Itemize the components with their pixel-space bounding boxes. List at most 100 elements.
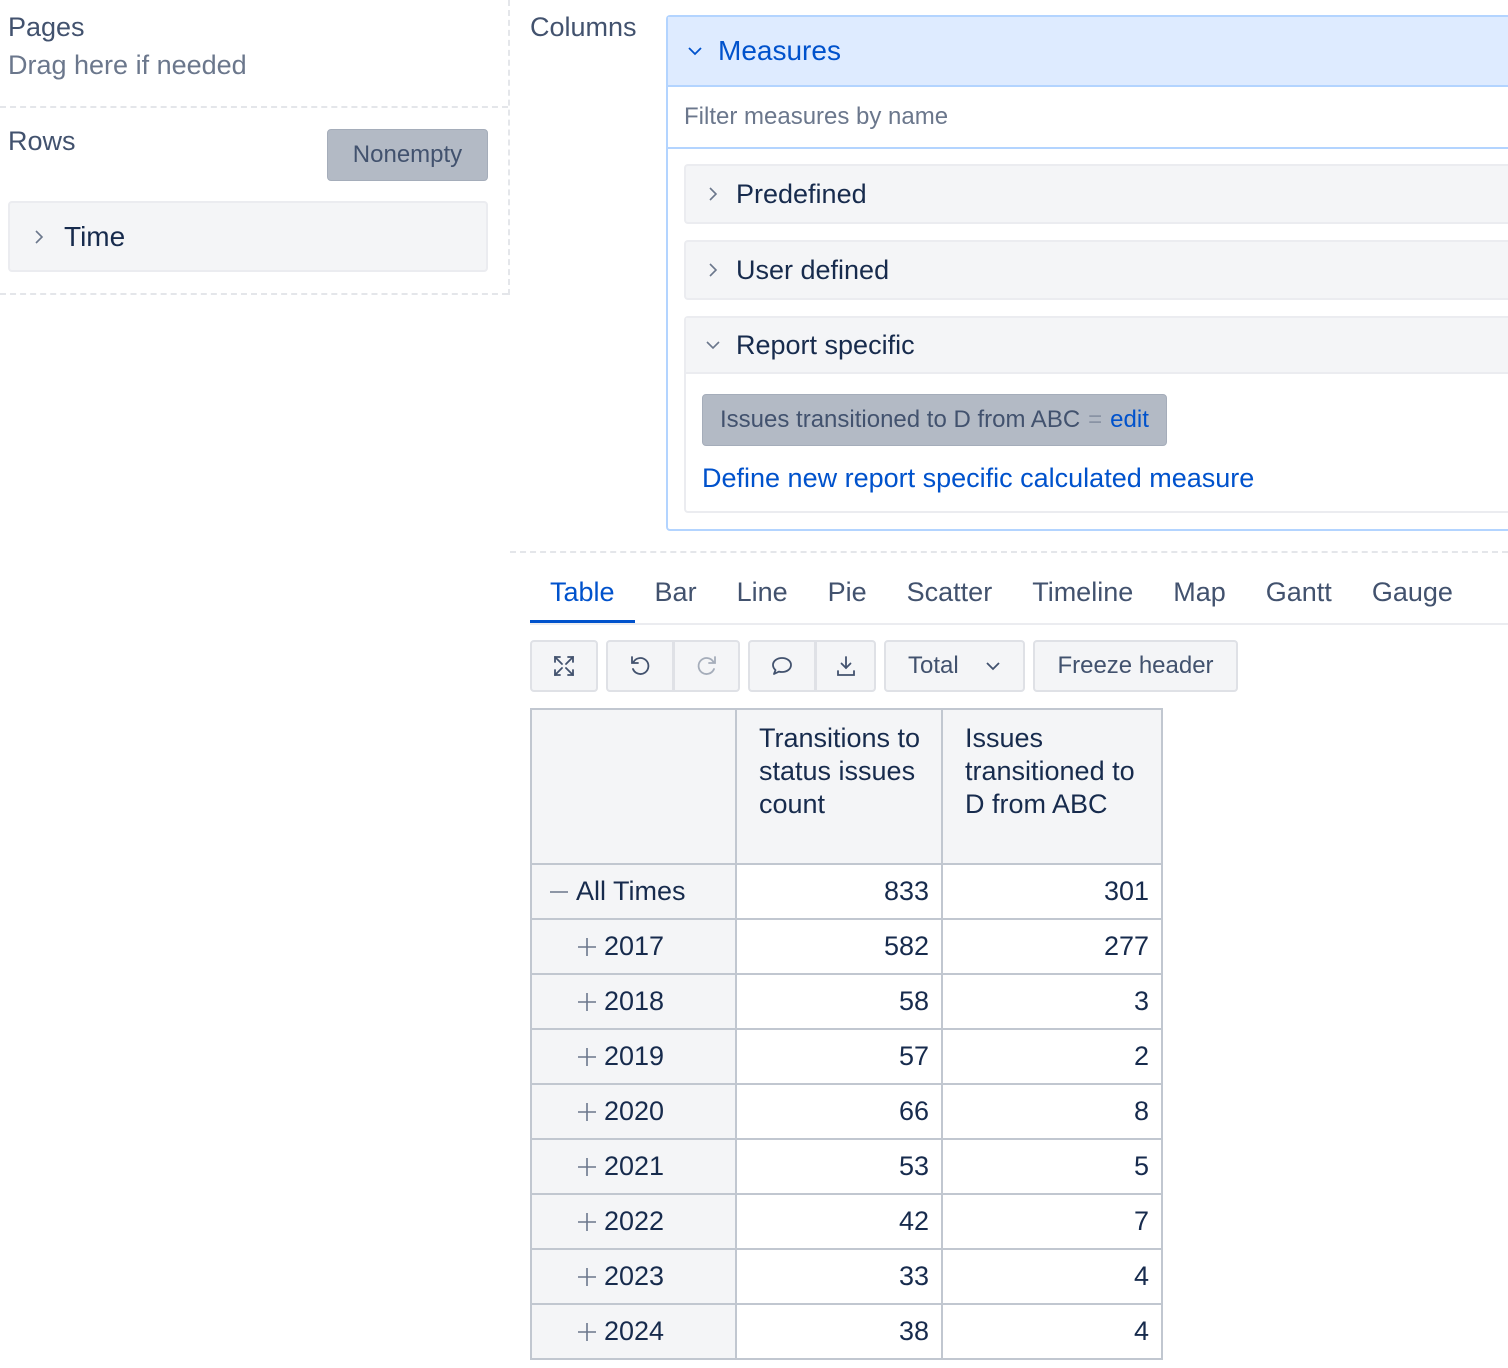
table-header-transitions-count[interactable]: Transitions to status issues count: [735, 708, 943, 865]
table-row: 2017 582 277: [530, 918, 1163, 975]
table-row: 2021 53 5: [530, 1138, 1163, 1195]
table-row: 2020 66 8: [530, 1083, 1163, 1140]
cell-transitions-count: 833: [735, 863, 943, 920]
cell-transitions-count: 66: [735, 1083, 943, 1140]
cell-transitions-count: 53: [735, 1138, 943, 1195]
row-header[interactable]: 2024: [530, 1303, 737, 1360]
tab-timeline[interactable]: Timeline: [1012, 573, 1153, 623]
tab-gauge[interactable]: Gauge: [1352, 573, 1473, 623]
freeze-header-button[interactable]: Freeze header: [1033, 640, 1238, 692]
pages-hint: Drag here if needed: [8, 50, 247, 80]
rows-dimension-label: Time: [64, 220, 126, 252]
row-header[interactable]: 2018: [530, 973, 737, 1030]
table-row: 2022 42 7: [530, 1193, 1163, 1250]
chevron-right-icon: [35, 229, 44, 244]
expand-plus-icon[interactable]: [576, 1156, 598, 1178]
redo-icon: [697, 656, 716, 675]
row-header-label: 2017: [604, 931, 665, 961]
cell-issues-transitioned: 4: [941, 1248, 1163, 1305]
tab-scatter[interactable]: Scatter: [887, 573, 1013, 623]
tab-pie[interactable]: Pie: [808, 573, 887, 623]
tab-table[interactable]: Table: [530, 573, 635, 623]
chevron-right-icon: [709, 187, 718, 201]
table-row: 2018 58 3: [530, 973, 1163, 1030]
export-button[interactable]: [815, 640, 876, 692]
comment-button[interactable]: [748, 640, 816, 692]
chevron-down-icon: [706, 341, 720, 350]
report-specific-header[interactable]: Report specific: [686, 318, 1508, 374]
edit-measure-link[interactable]: edit: [1110, 406, 1149, 434]
cell-transitions-count: 38: [735, 1303, 943, 1360]
chevron-down-icon: [688, 47, 702, 56]
columns-title: Columns: [530, 12, 637, 42]
table-row: 2023 33 4: [530, 1248, 1163, 1305]
measures-title: Measures: [718, 35, 841, 66]
rows-dimension-time[interactable]: Time: [8, 201, 488, 272]
rows-drop-zone[interactable]: Rows Nonempty Time: [0, 108, 508, 295]
measures-panel: Measures Predefined User defined Report …: [666, 15, 1508, 531]
cell-issues-transitioned: 8: [941, 1083, 1163, 1140]
pages-drop-zone[interactable]: Pages Drag here if needed: [0, 0, 508, 108]
row-header-label: 2020: [604, 1096, 665, 1126]
row-header[interactable]: 2023: [530, 1248, 737, 1305]
chevron-right-icon: [709, 263, 718, 277]
rows-title: Rows: [8, 126, 76, 156]
expand-plus-icon[interactable]: [576, 1211, 598, 1233]
fullscreen-icon: [554, 656, 574, 676]
define-new-measure-link[interactable]: Define new report specific calculated me…: [702, 463, 1254, 494]
pages-title: Pages: [8, 12, 85, 42]
cell-transitions-count: 582: [735, 918, 943, 975]
table-row: All Times 833 301: [530, 863, 1163, 920]
row-header[interactable]: 2020: [530, 1083, 737, 1140]
table-body: All Times 833 301 2017 582 277 2018 58 3 2019 57 2 2…: [530, 863, 1163, 1360]
total-dropdown[interactable]: Total: [884, 640, 1025, 692]
row-header[interactable]: 2017: [530, 918, 737, 975]
selected-measure-name: Issues transitioned to D from ABC: [720, 406, 1081, 433]
table-row: 2024 38 4: [530, 1303, 1163, 1360]
fullscreen-button[interactable]: [530, 640, 598, 692]
expand-plus-icon[interactable]: [576, 991, 598, 1013]
nonempty-button[interactable]: Nonempty: [327, 129, 488, 181]
measures-header[interactable]: Measures: [668, 17, 1508, 87]
tab-bar[interactable]: Bar: [635, 573, 717, 623]
collapse-minus-icon[interactable]: [548, 881, 570, 903]
measures-filter-input[interactable]: [668, 87, 1508, 149]
selected-measure-chip[interactable]: Issues transitioned to D from ABC = edit: [702, 394, 1167, 446]
measures-group-predefined[interactable]: Predefined: [684, 164, 1508, 224]
table-header-corner: [530, 708, 737, 865]
cell-issues-transitioned: 2: [941, 1028, 1163, 1085]
cell-issues-transitioned: 3: [941, 973, 1163, 1030]
expand-plus-icon[interactable]: [576, 1321, 598, 1343]
expand-plus-icon[interactable]: [576, 936, 598, 958]
row-header-label: 2023: [604, 1261, 665, 1291]
export-icon: [836, 656, 855, 676]
cell-issues-transitioned: 4: [941, 1303, 1163, 1360]
row-header-label: 2022: [604, 1206, 665, 1236]
cell-transitions-count: 33: [735, 1248, 943, 1305]
comment-icon: [772, 657, 792, 675]
row-header[interactable]: 2021: [530, 1138, 737, 1195]
measures-group-report-specific: Report specific Issues transitioned to D…: [684, 316, 1508, 513]
tab-gantt[interactable]: Gantt: [1246, 573, 1352, 623]
cell-issues-transitioned: 301: [941, 863, 1163, 920]
tab-map[interactable]: Map: [1153, 573, 1246, 623]
columns-drop-zone[interactable]: Columns Measures Predefined User defined…: [510, 0, 1508, 553]
table-header-row: Transitions to status issues count Issue…: [530, 708, 1163, 865]
cell-issues-transitioned: 7: [941, 1193, 1163, 1250]
view-tabs: Table Bar Line Pie Scatter Timeline Map …: [530, 573, 1508, 625]
tab-line[interactable]: Line: [717, 573, 808, 623]
row-header[interactable]: 2019: [530, 1028, 737, 1085]
table-header-issues-transitioned[interactable]: Issues transitioned to D from ABC: [941, 708, 1163, 865]
report-table: Transitions to status issues count Issue…: [530, 708, 1163, 1360]
row-header[interactable]: All Times: [530, 863, 737, 920]
expand-plus-icon[interactable]: [576, 1266, 598, 1288]
expand-plus-icon[interactable]: [576, 1046, 598, 1068]
expand-plus-icon[interactable]: [576, 1101, 598, 1123]
undo-button[interactable]: [606, 640, 674, 692]
redo-button[interactable]: [673, 640, 740, 692]
cell-issues-transitioned: 277: [941, 918, 1163, 975]
equals-sign: =: [1088, 406, 1103, 433]
cell-transitions-count: 42: [735, 1193, 943, 1250]
measures-group-user-defined[interactable]: User defined: [684, 240, 1508, 300]
row-header[interactable]: 2022: [530, 1193, 737, 1250]
